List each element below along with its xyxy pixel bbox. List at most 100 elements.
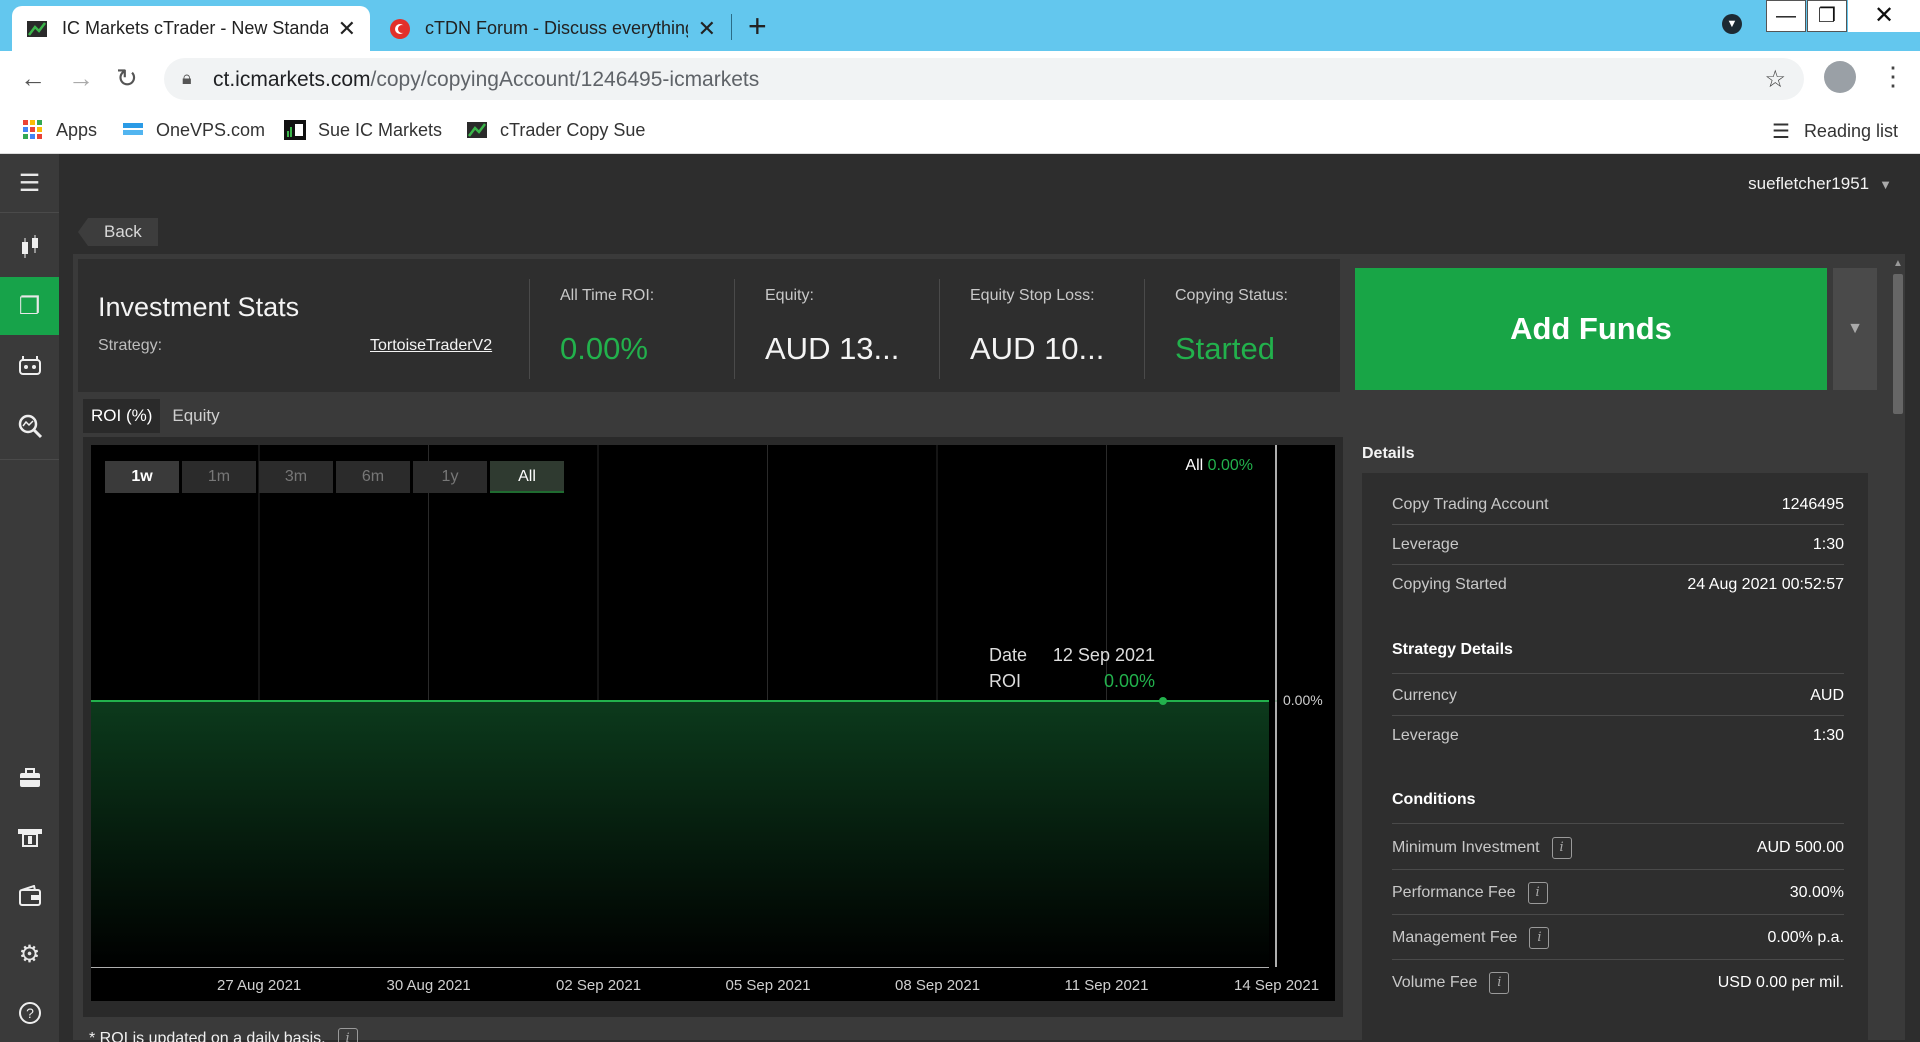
conditions-heading: Conditions — [1392, 791, 1844, 824]
reading-list-button[interactable]: ☰ Reading list — [1772, 119, 1898, 144]
status-stat: Copying Status: Started — [1144, 279, 1340, 379]
candlestick-icon — [21, 235, 38, 258]
info-icon[interactable]: i — [337, 1028, 358, 1042]
ctrader-favicon-icon — [467, 122, 487, 138]
strategy-details-heading: Strategy Details — [1392, 641, 1844, 674]
browser-tab-title: IC Markets cTrader - New Standa — [62, 18, 328, 38]
close-tab-icon[interactable]: ✕ — [698, 16, 716, 42]
detail-value: 1:30 — [1812, 727, 1844, 744]
status-value: Started — [1175, 331, 1275, 366]
footnote-text: * ROI is updated on a daily basis. — [89, 1030, 326, 1042]
tooltip-roi-value: 0.00% — [1103, 671, 1155, 691]
range-1m-button[interactable]: 1m — [182, 461, 256, 493]
detail-key: Leverage — [1392, 535, 1459, 553]
detail-value: 30.00% — [1789, 883, 1844, 901]
range-3m-button[interactable]: 3m — [259, 461, 333, 493]
browser-menu-icon[interactable]: ⋮ — [1880, 61, 1906, 92]
tooltip-date-value: 12 Sep 2021 — [1052, 645, 1155, 665]
minimize-icon[interactable]: — — [1766, 0, 1806, 32]
forward-arrow-icon[interactable]: → — [68, 63, 94, 94]
wallet-icon[interactable] — [0, 867, 59, 925]
automate-robot-icon[interactable] — [0, 337, 59, 395]
info-icon[interactable]: i — [1529, 926, 1550, 949]
back-arrow-icon[interactable]: ← — [20, 63, 46, 94]
close-window-icon[interactable]: ✕ — [1848, 0, 1920, 32]
wallet-shape-icon — [18, 885, 41, 906]
restore-icon[interactable]: ❐ — [1807, 0, 1847, 32]
investment-stats: Investment Stats Strategy: TortoiseTrade… — [78, 259, 1340, 392]
range-all-button[interactable]: All — [490, 461, 564, 493]
help-question-icon[interactable]: ? — [0, 984, 59, 1042]
panel-scrollbar[interactable]: ▲ — [1891, 254, 1905, 1040]
detail-key-text: Performance Fee — [1392, 883, 1516, 901]
bookmark-apps[interactable]: Apps — [22, 119, 97, 141]
chart-container: 1w 1m 3m 6m 1y All All 0.00% Date 12 Sep … — [83, 437, 1343, 1017]
tab-equity[interactable]: Equity — [164, 399, 228, 433]
copy-icon[interactable]: ❐ — [0, 277, 59, 335]
chart-tooltip: Date 12 Sep 2021 ROI 0.00% — [989, 645, 1155, 697]
reading-list-label: Reading list — [1803, 121, 1898, 141]
roi-value: 0.00% — [560, 331, 648, 366]
info-icon[interactable]: i — [1551, 836, 1572, 859]
x-tick-label: 14 Sep 2021 — [1234, 977, 1320, 994]
roi-data-point — [936, 700, 938, 702]
detail-row: Volume Fee i USD 0.00 per mil. — [1392, 961, 1844, 1005]
detail-key-text: Management Fee — [1392, 928, 1518, 946]
bookmark-sue-ic-markets[interactable]: Sue IC Markets — [284, 119, 442, 141]
scrollbar-thumb[interactable] — [1893, 274, 1903, 414]
roi-data-point — [597, 700, 599, 702]
info-icon[interactable]: i — [1527, 881, 1548, 904]
add-funds-dropdown-icon[interactable]: ▼ — [1833, 268, 1877, 390]
legend-label: All — [1185, 457, 1204, 474]
strategy-link[interactable]: TortoiseTraderV2 — [370, 337, 492, 355]
detail-value: 24 Aug 2021 00:52:57 — [1687, 576, 1844, 593]
range-1y-button[interactable]: 1y — [413, 461, 487, 493]
browser-tab-inactive[interactable]: cTDN Forum - Discuss everything ✕ — [375, 6, 730, 51]
settings-gear-icon[interactable]: ⚙ — [0, 925, 59, 983]
reload-icon[interactable]: ↻ — [116, 63, 138, 94]
roi-data-point — [1275, 700, 1277, 702]
roi-data-point — [428, 700, 429, 702]
scroll-up-icon[interactable]: ▲ — [1893, 258, 1903, 269]
bookmark-label: Apps — [56, 119, 98, 140]
x-tick-label: 30 Aug 2021 — [386, 977, 471, 994]
profile-avatar-icon[interactable] — [1824, 61, 1856, 93]
deposit-terminal-icon[interactable] — [0, 808, 59, 866]
roi-footnote: * ROI is updated on a daily basis. i — [89, 1028, 358, 1042]
detail-key: Copying Started — [1392, 576, 1507, 593]
ic-markets-icon — [284, 120, 306, 140]
detail-value: 1246495 — [1781, 495, 1844, 513]
roi-label: All Time ROI: — [560, 287, 655, 304]
url-input[interactable]: 🔒︎ ct.icmarkets.com/copy/copyingAccount/… — [164, 58, 1804, 100]
detail-key-text: Minimum Investment — [1392, 838, 1540, 856]
trade-candles-icon[interactable] — [0, 218, 59, 276]
highlight-point[interactable] — [1159, 697, 1167, 705]
new-tab-icon[interactable]: + — [748, 8, 767, 45]
back-button[interactable]: Back — [78, 218, 158, 246]
tab-roi[interactable]: ROI (%) — [83, 399, 161, 433]
close-tab-icon[interactable]: ✕ — [338, 16, 356, 42]
bookmark-star-icon[interactable]: ☆ — [1764, 65, 1786, 94]
browser-tab-active[interactable]: IC Markets cTrader - New Standa ✕ — [12, 6, 370, 51]
sidebar: ☰ ❐ ⚙ ? — [0, 154, 59, 1042]
chart-legend: All 0.00% — [1185, 457, 1253, 475]
detail-value: AUD — [1810, 686, 1844, 704]
info-icon[interactable]: i — [1489, 972, 1510, 994]
bookmark-onevps[interactable]: OneVPS.com — [122, 119, 265, 141]
apps-grid-icon — [23, 120, 42, 139]
details-header: Details — [1362, 445, 1415, 462]
range-1w-button[interactable]: 1w — [105, 461, 179, 493]
roi-chart-svg — [91, 445, 1277, 968]
bookmark-ctrader-copy-sue[interactable]: cTrader Copy Sue — [466, 119, 645, 141]
user-menu[interactable]: suefletcher1951 ▼ — [1748, 174, 1892, 194]
tab-search-icon[interactable]: ▼ — [1722, 14, 1742, 34]
add-funds-button[interactable]: Add Funds — [1355, 268, 1827, 390]
detail-key: Performance Fee i — [1392, 881, 1548, 904]
x-tick-label: 02 Sep 2021 — [556, 977, 642, 994]
range-6m-button[interactable]: 6m — [336, 461, 410, 493]
hamburger-menu-icon[interactable]: ☰ — [0, 154, 59, 212]
analyze-search-icon[interactable] — [0, 397, 59, 455]
sidebar-divider — [0, 459, 59, 460]
briefcase-icon[interactable] — [0, 749, 59, 807]
status-label: Copying Status: — [1175, 287, 1288, 304]
